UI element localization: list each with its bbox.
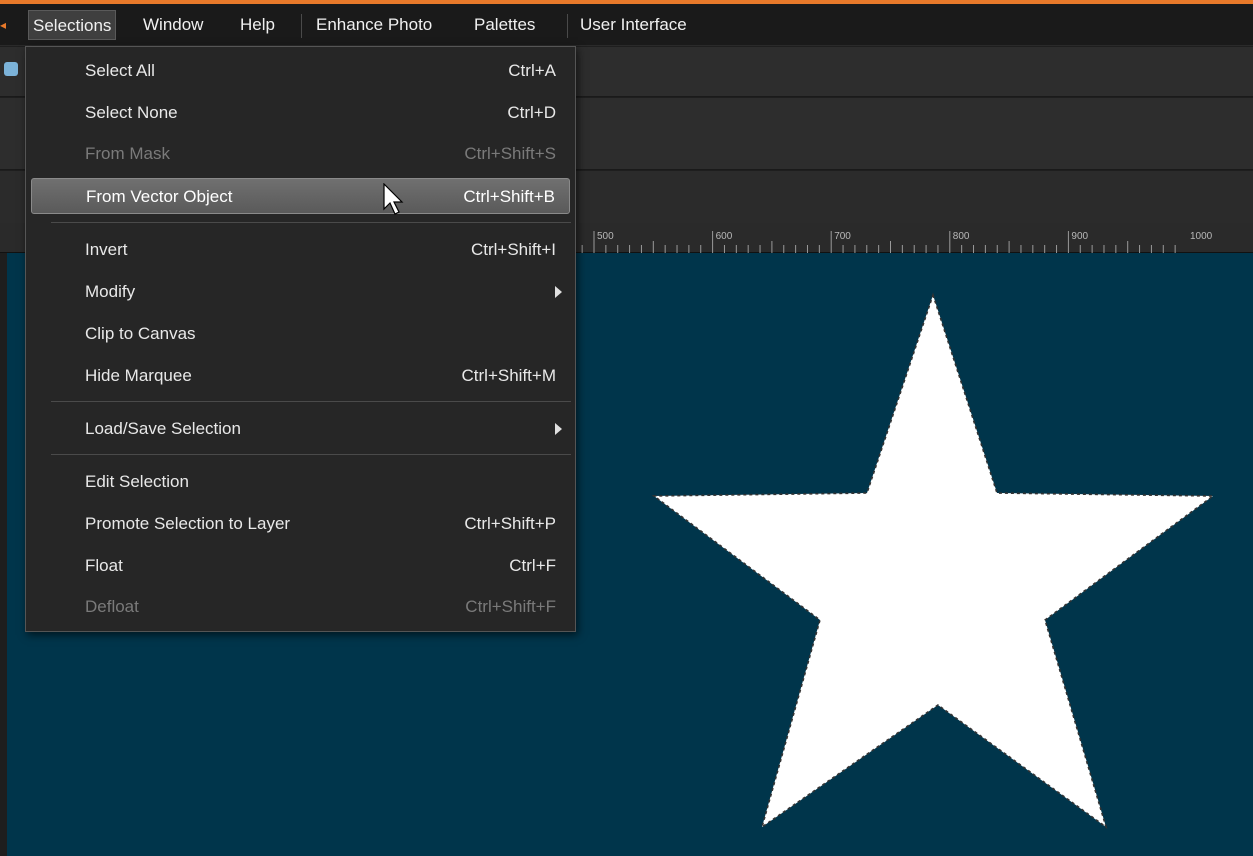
star-fill xyxy=(654,295,1213,827)
menu-user-interface[interactable]: User Interface xyxy=(576,10,691,40)
menu-item-shortcut: Ctrl+A xyxy=(508,61,556,80)
menu-item-edit-selection[interactable]: Edit Selection xyxy=(31,464,570,500)
menu-item-load-save-selection[interactable]: Load/Save Selection xyxy=(31,411,570,447)
menu-item-label: Load/Save Selection xyxy=(85,419,241,438)
menu-item-label: Promote Selection to Layer xyxy=(85,514,291,533)
menu-help-label: Help xyxy=(240,15,275,34)
menu-selections-label: Selections xyxy=(33,16,112,35)
menu-enhance-photo-label: Enhance Photo xyxy=(316,15,433,34)
menu-item-from-mask: From Mask Ctrl+Shift+S xyxy=(31,136,570,172)
ruler-label: 900 xyxy=(1071,231,1088,242)
menu-item-label: Hide Marquee xyxy=(85,366,192,385)
menu-item-clip-to-canvas[interactable]: Clip to Canvas xyxy=(31,316,570,352)
menu-palettes[interactable]: Palettes xyxy=(470,10,539,40)
submenu-arrow-icon xyxy=(555,423,562,435)
menu-item-shortcut: Ctrl+Shift+M xyxy=(461,366,556,385)
menu-item-shortcut: Ctrl+Shift+B xyxy=(463,187,555,206)
menu-item-shortcut: Ctrl+Shift+P xyxy=(464,514,556,533)
ruler-label: 500 xyxy=(597,231,614,242)
selections-dropdown-menu: Select All Ctrl+A Select None Ctrl+D Fro… xyxy=(25,46,576,632)
menu-separator xyxy=(567,14,568,38)
menu-item-from-vector-object[interactable]: From Vector Object Ctrl+Shift+B xyxy=(31,178,570,214)
menu-bar: ◂ Selections Window Help Enhance Photo P… xyxy=(0,4,1253,46)
menu-window[interactable]: Window xyxy=(139,10,207,40)
submenu-arrow-icon xyxy=(555,286,562,298)
menu-item-shortcut: Ctrl+F xyxy=(509,556,556,575)
arrow-left-icon[interactable]: ◂ xyxy=(0,18,8,32)
menu-item-promote-selection-to-layer[interactable]: Promote Selection to Layer Ctrl+Shift+P xyxy=(31,506,570,542)
menu-item-label: Invert xyxy=(85,240,128,259)
menu-palettes-label: Palettes xyxy=(474,15,536,34)
menu-enhance-photo[interactable]: Enhance Photo xyxy=(312,10,436,40)
menu-item-shortcut: Ctrl+Shift+S xyxy=(464,144,556,163)
menu-item-label: Select None xyxy=(85,103,178,122)
menu-item-label: Clip to Canvas xyxy=(85,324,196,343)
menu-item-label: Edit Selection xyxy=(85,472,189,491)
menu-item-label: Select All xyxy=(85,61,155,80)
ruler-label: 1000 xyxy=(1190,231,1213,242)
menu-item-invert[interactable]: Invert Ctrl+Shift+I xyxy=(31,232,570,268)
menu-separator xyxy=(51,454,571,455)
menu-item-label: Defloat xyxy=(85,597,139,616)
menu-separator xyxy=(301,14,302,38)
ruler-label: 800 xyxy=(953,231,970,242)
menu-item-select-none[interactable]: Select None Ctrl+D xyxy=(31,95,570,131)
menu-item-modify[interactable]: Modify xyxy=(31,274,570,310)
ruler-label: 700 xyxy=(834,231,851,242)
menu-user-interface-label: User Interface xyxy=(580,15,687,34)
menu-item-shortcut: Ctrl+Shift+F xyxy=(465,597,556,616)
menu-item-hide-marquee[interactable]: Hide Marquee Ctrl+Shift+M xyxy=(31,358,570,394)
menu-item-shortcut: Ctrl+D xyxy=(507,103,556,122)
menu-separator xyxy=(51,222,571,223)
mouse-pointer-icon xyxy=(383,183,404,215)
menu-item-label: From Vector Object xyxy=(86,187,233,206)
tool-icon[interactable] xyxy=(4,62,18,76)
menu-item-label: Modify xyxy=(85,282,136,301)
menu-item-label: From Mask xyxy=(85,144,170,163)
menu-item-select-all[interactable]: Select All Ctrl+A xyxy=(31,53,570,89)
menu-item-defloat: Defloat Ctrl+Shift+F xyxy=(31,589,570,625)
menu-separator xyxy=(51,401,571,402)
menu-window-label: Window xyxy=(143,15,204,34)
menu-item-shortcut: Ctrl+Shift+I xyxy=(470,240,556,259)
menu-selections[interactable]: Selections xyxy=(28,10,117,40)
menu-item-float[interactable]: Float Ctrl+F xyxy=(31,548,570,584)
menu-item-label: Float xyxy=(85,556,123,575)
ruler-label: 600 xyxy=(716,231,733,242)
menu-help[interactable]: Help xyxy=(236,10,279,40)
